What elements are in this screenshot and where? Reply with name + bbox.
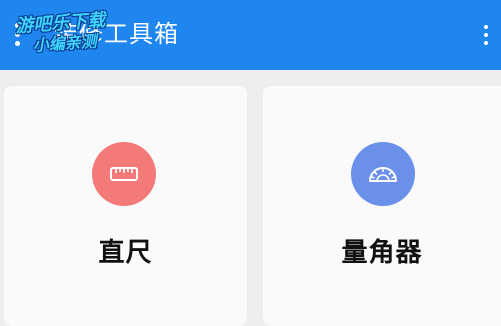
protractor-icon	[369, 167, 397, 182]
more-dot-icon	[484, 25, 488, 29]
more-dot-icon	[484, 41, 488, 45]
menu-button[interactable]	[12, 21, 34, 49]
app-bar: 装修工具箱 游吧乐下载 小编亲测	[0, 0, 501, 70]
menu-dot-icon	[15, 23, 20, 28]
more-options-button[interactable]	[477, 20, 495, 50]
app-title: 装修工具箱	[54, 20, 179, 48]
tool-card-protractor[interactable]: 量角器	[263, 86, 501, 326]
tool-label: 量角器	[341, 238, 423, 268]
tool-card-ruler[interactable]: 直尺	[4, 86, 247, 326]
tool-label: 直尺	[98, 238, 153, 268]
more-dot-icon	[484, 33, 488, 37]
ruler-icon	[110, 167, 138, 181]
ruler-icon-circle	[92, 142, 156, 206]
menu-dot-icon	[15, 41, 20, 46]
tool-grid: 直尺 量角器	[0, 70, 501, 326]
protractor-icon-circle	[351, 142, 415, 206]
menu-dot-icon	[15, 32, 20, 37]
